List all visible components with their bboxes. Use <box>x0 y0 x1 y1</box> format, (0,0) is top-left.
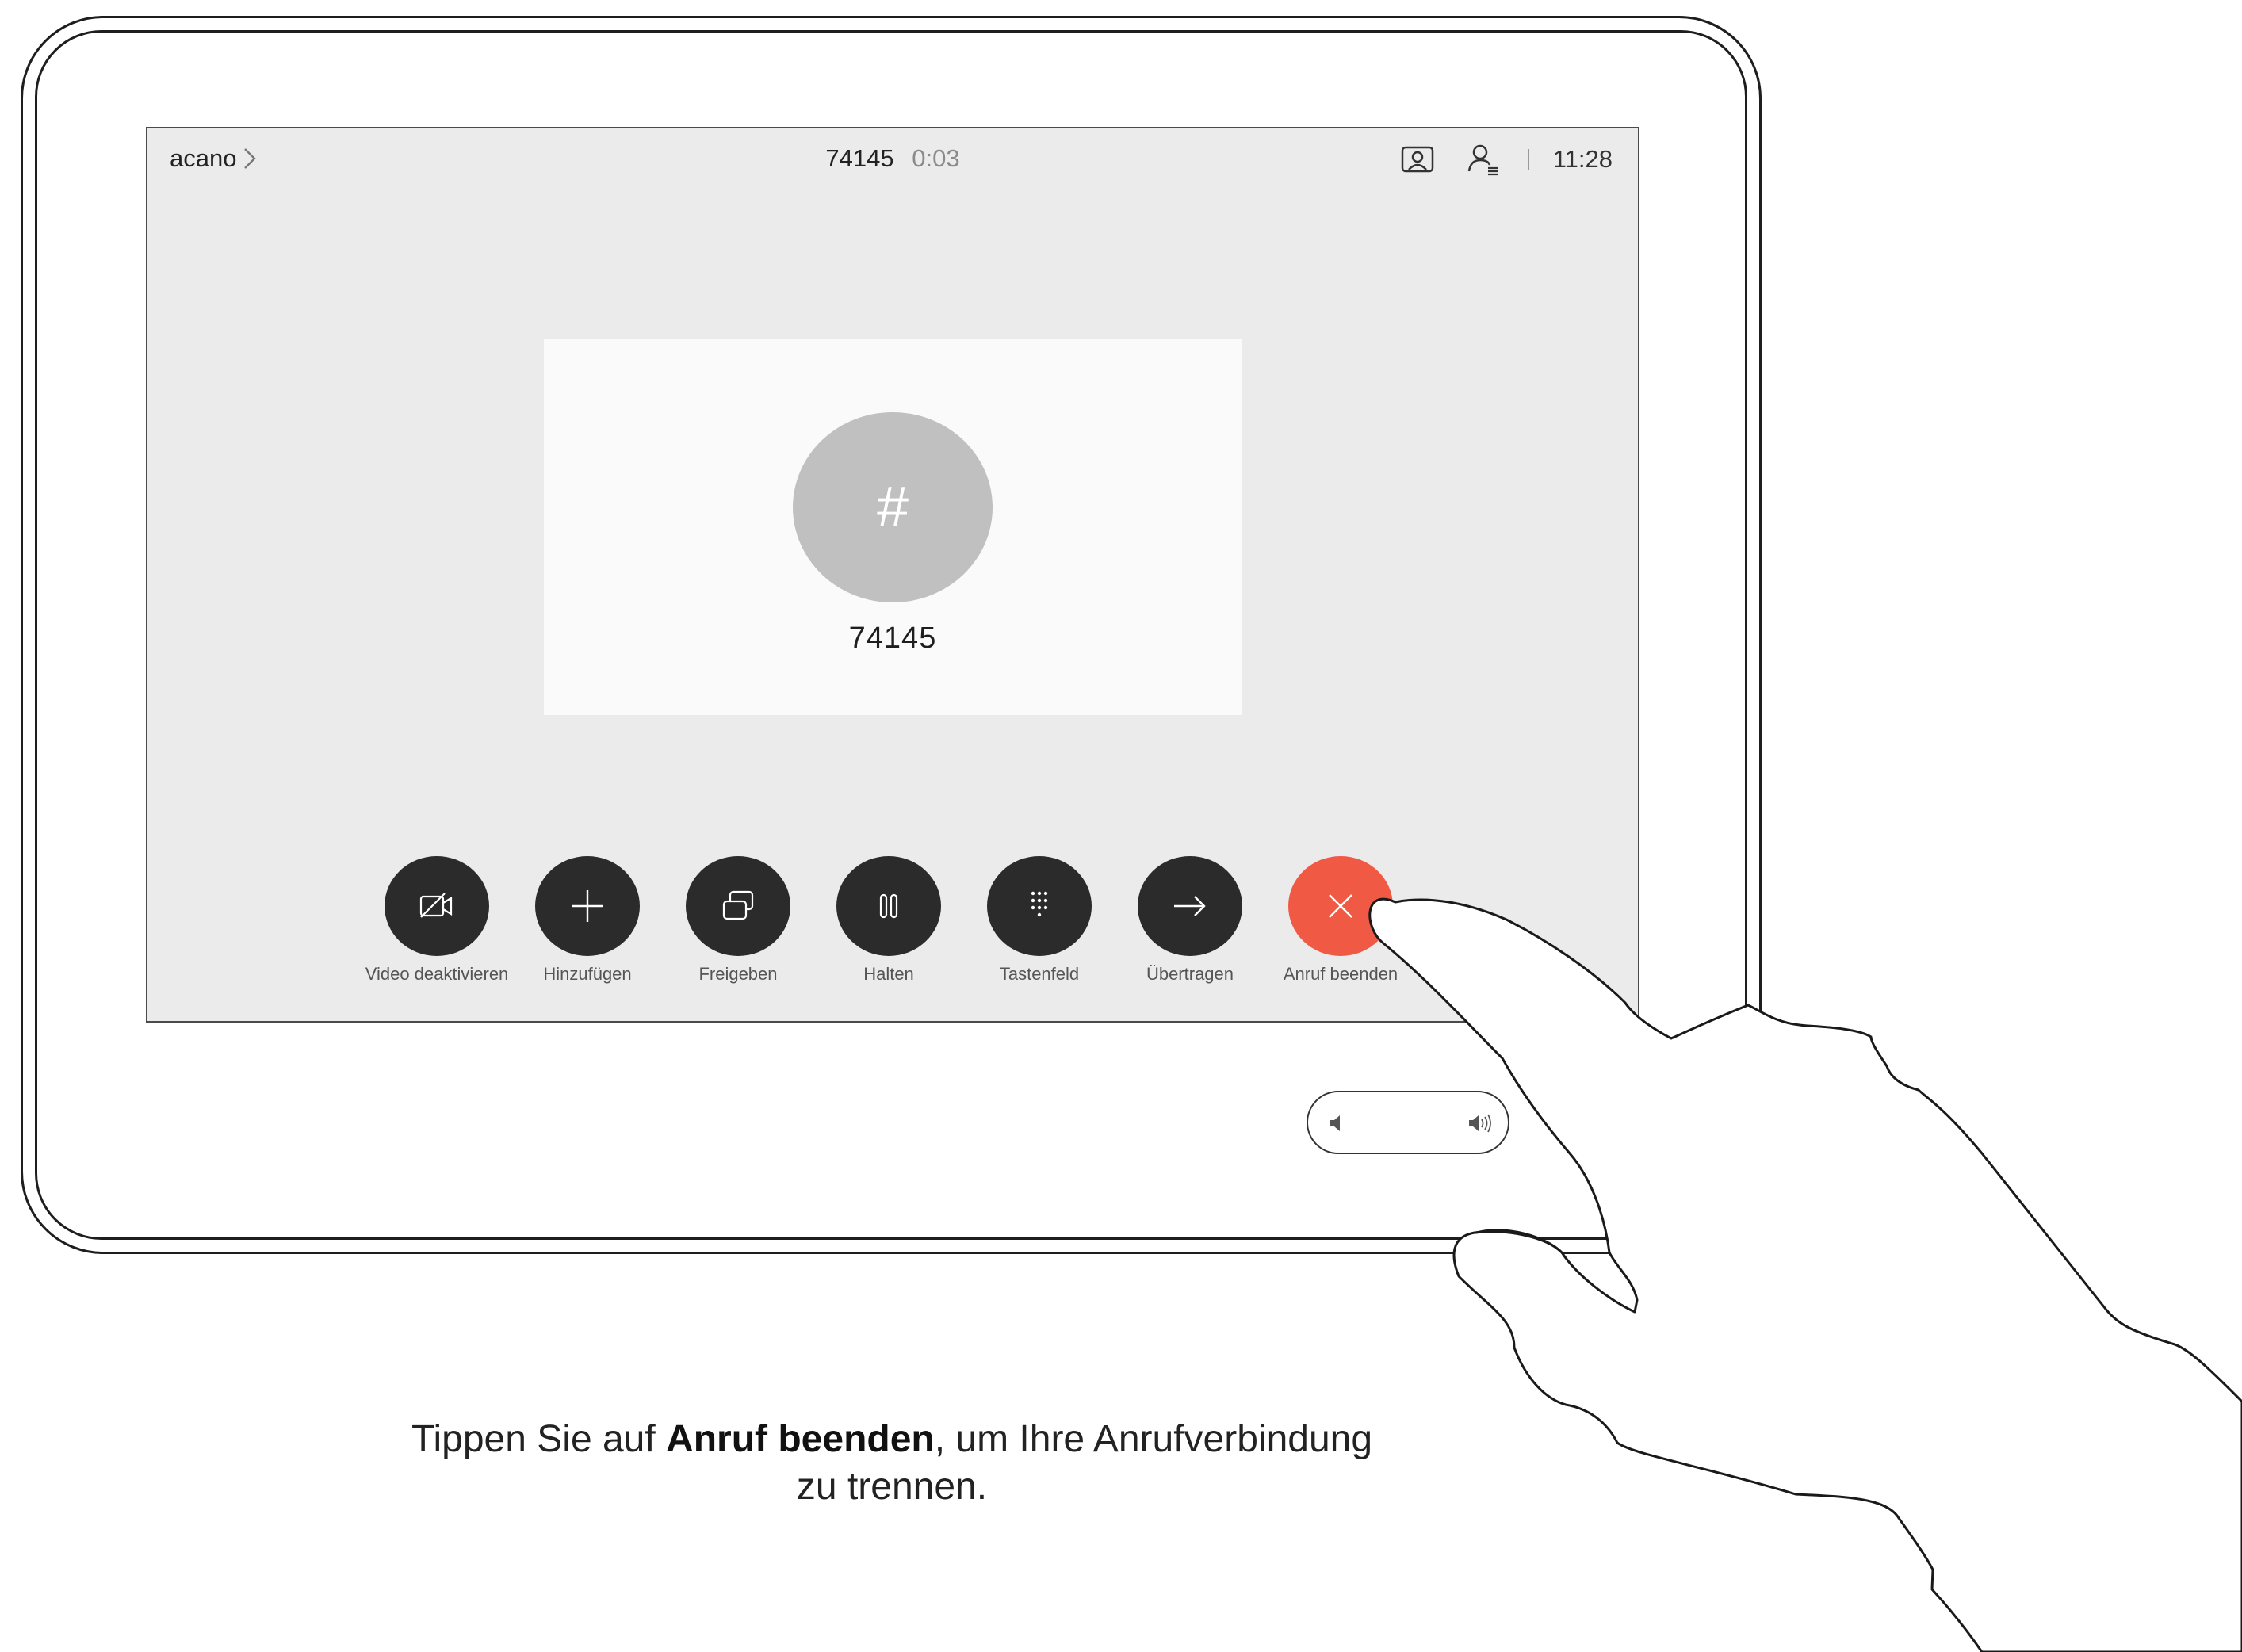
end-call-label: Anruf beenden <box>1283 964 1398 984</box>
caption-emphasis: Anruf beenden <box>666 1418 935 1460</box>
caption-prefix: Tippen Sie auf <box>411 1418 667 1460</box>
add-button[interactable] <box>535 856 640 956</box>
status-divider <box>1527 149 1529 170</box>
touch-screen: acano 74145 0:03 11:28 # 74145 Video dea… <box>146 127 1639 1023</box>
transfer-label: Übertragen <box>1146 964 1234 984</box>
share-control[interactable]: Freigeben <box>663 856 813 985</box>
camera-off-icon <box>419 893 453 918</box>
keypad-icon <box>1031 891 1048 917</box>
status-bar: acano 74145 0:03 11:28 <box>147 128 1638 197</box>
hold-button[interactable] <box>836 856 941 956</box>
keypad-label: Tastenfeld <box>999 964 1080 984</box>
caption-line-2: zu trennen. <box>796 1466 988 1508</box>
avatar: # <box>793 412 993 602</box>
caption-suffix: , um Ihre Anrufverbindung <box>934 1418 1373 1460</box>
hold-control[interactable]: Halten <box>813 856 964 985</box>
call-controls: Video deaktivieren Hinzufügen Freigeben … <box>362 856 1424 999</box>
keypad-button[interactable] <box>987 856 1092 956</box>
keypad-control[interactable]: Tastenfeld <box>964 856 1115 985</box>
transfer-button[interactable] <box>1138 856 1242 956</box>
status-right: 11:28 <box>1399 140 1613 179</box>
plus-icon <box>572 890 603 922</box>
callee-number: 74145 <box>848 621 937 655</box>
share-screen-icon <box>722 890 754 920</box>
video-off-button[interactable] <box>385 856 489 956</box>
call-number: 74145 <box>825 144 894 172</box>
pause-icon <box>879 893 898 919</box>
share-label: Freigeben <box>698 964 778 984</box>
volume-down-icon[interactable] <box>1326 1110 1352 1137</box>
volume-rocker[interactable] <box>1307 1091 1509 1154</box>
avatar-symbol: # <box>876 476 909 539</box>
transfer-control[interactable]: Übertragen <box>1115 856 1265 985</box>
volume-up-icon[interactable] <box>1467 1110 1494 1137</box>
hold-label: Halten <box>863 964 914 984</box>
selfview-icon[interactable] <box>1399 141 1436 178</box>
call-duration: 0:03 <box>912 144 960 172</box>
instruction-caption: Tippen Sie auf Anruf beenden, um Ihre An… <box>0 1416 1784 1511</box>
video-off-control[interactable]: Video deaktivieren <box>362 856 512 985</box>
close-icon <box>1329 894 1352 918</box>
share-button[interactable] <box>686 856 790 956</box>
arrow-right-icon <box>1174 896 1206 916</box>
clock: 11:28 <box>1552 145 1613 173</box>
end-call-control[interactable]: Anruf beenden <box>1265 856 1416 985</box>
caption-line-1: Tippen Sie auf Anruf beenden, um Ihre An… <box>0 1416 1784 1463</box>
add-control[interactable]: Hinzufügen <box>512 856 663 985</box>
video-off-label: Video deaktivieren <box>365 964 509 984</box>
add-label: Hinzufügen <box>543 964 632 984</box>
participants-icon[interactable] <box>1464 141 1501 178</box>
call-card: # 74145 <box>544 339 1242 715</box>
end-call-button[interactable] <box>1288 856 1393 956</box>
